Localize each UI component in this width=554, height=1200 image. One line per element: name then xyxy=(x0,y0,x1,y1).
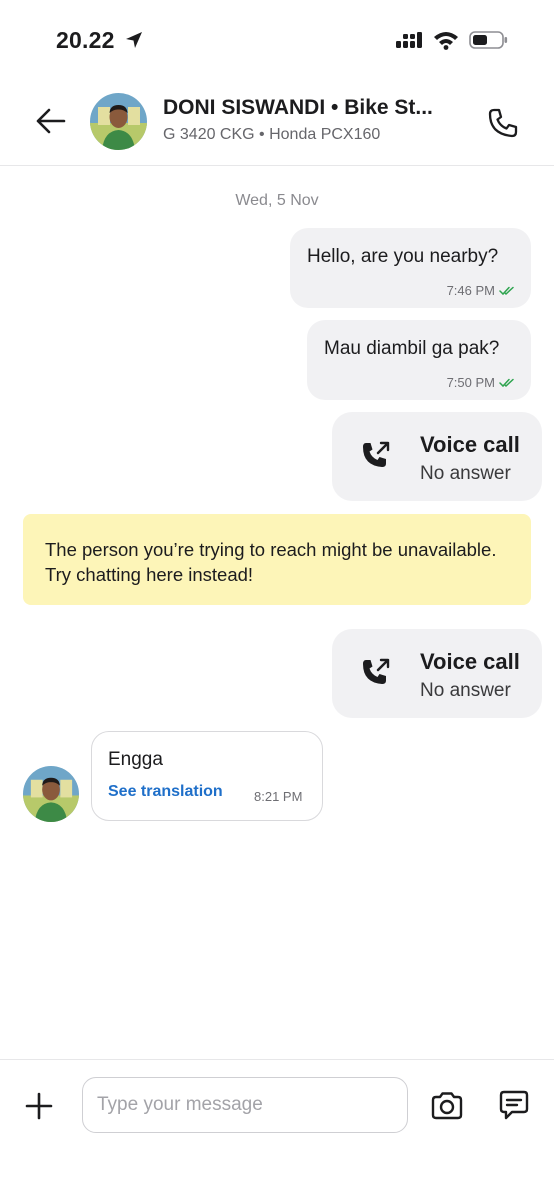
call-title: Voice call xyxy=(420,432,520,457)
quick-reply-button[interactable] xyxy=(498,1089,530,1121)
message-text: Hello, are you nearby? xyxy=(307,246,499,267)
message-time: 7:46 PM xyxy=(446,283,495,298)
unavailable-notice: The person you’re trying to reach might … xyxy=(23,514,531,605)
chat-screen: 20.22 DONI SISWANDI • Bike St... G 3420 … xyxy=(0,0,554,1200)
call-title: Voice call xyxy=(420,649,520,674)
notice-text: The person you’re trying to reach might … xyxy=(45,539,497,585)
attach-button[interactable] xyxy=(24,1091,54,1121)
call-status: No answer xyxy=(420,680,511,701)
message-meta: 7:50 PM xyxy=(447,375,515,390)
read-ticks-icon xyxy=(499,378,514,387)
see-translation-link[interactable]: See translation xyxy=(108,783,223,801)
camera-icon xyxy=(431,1092,463,1120)
vehicle-info: G 3420 CKG • Honda PCX160 xyxy=(163,126,381,143)
message-time: 8:21 PM xyxy=(254,789,303,804)
phone-call-button[interactable] xyxy=(486,106,520,140)
chat-header: DONI SISWANDI • Bike St... G 3420 CKG • … xyxy=(0,80,554,166)
incoming-message[interactable]: Engga See translation 8:21 PM xyxy=(91,731,323,821)
plus-icon xyxy=(25,1092,53,1120)
status-time: 20.22 xyxy=(56,27,115,53)
message-text: Mau diambil ga pak? xyxy=(324,338,500,359)
voice-call-log[interactable]: Voice call No answer xyxy=(332,629,542,718)
message-text: Engga xyxy=(108,749,163,770)
outgoing-message[interactable]: Mau diambil ga pak? 7:50 PM xyxy=(307,320,531,400)
back-arrow-icon xyxy=(36,108,66,134)
wifi-icon xyxy=(433,30,459,55)
back-button[interactable] xyxy=(34,106,68,136)
message-meta: 7:46 PM xyxy=(447,283,515,298)
outgoing-call-icon xyxy=(360,440,392,477)
battery-icon xyxy=(469,30,509,55)
quick-reply-icon xyxy=(499,1090,529,1120)
status-bar: 20.22 xyxy=(0,0,554,80)
outgoing-message[interactable]: Hello, are you nearby? 7:46 PM xyxy=(290,228,531,308)
voice-call-log[interactable]: Voice call No answer xyxy=(332,412,542,501)
sender-avatar[interactable] xyxy=(23,766,79,822)
composer-bar xyxy=(0,1059,554,1200)
message-time: 7:50 PM xyxy=(446,375,495,390)
read-ticks-icon xyxy=(499,286,514,295)
contact-name: DONI SISWANDI • Bike St... xyxy=(163,96,433,119)
message-input[interactable] xyxy=(82,1077,408,1133)
date-separator: Wed, 5 Nov xyxy=(235,192,319,209)
driver-avatar[interactable] xyxy=(90,93,147,150)
phone-icon xyxy=(488,108,518,138)
outgoing-call-icon xyxy=(360,657,392,694)
camera-button[interactable] xyxy=(430,1090,464,1122)
signal-icon xyxy=(396,32,426,53)
location-arrow-icon xyxy=(124,30,144,55)
call-status: No answer xyxy=(420,463,511,484)
